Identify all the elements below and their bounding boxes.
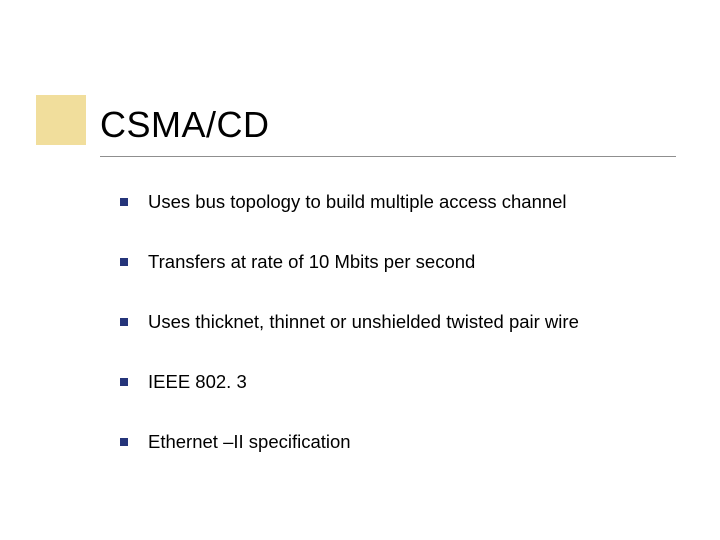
bullet-square-icon [120,438,128,446]
bullet-square-icon [120,198,128,206]
title-underline [100,156,676,157]
bullet-text: Transfers at rate of 10 Mbits per second [148,250,680,274]
accent-box [36,95,86,145]
slide: CSMA/CD Uses bus topology to build multi… [0,0,720,540]
bullet-square-icon [120,318,128,326]
list-item: Ethernet –II specification [120,430,680,454]
slide-title: CSMA/CD [100,104,270,146]
list-item: IEEE 802. 3 [120,370,680,394]
list-item: Transfers at rate of 10 Mbits per second [120,250,680,274]
bullet-square-icon [120,258,128,266]
list-item: Uses thicknet, thinnet or unshielded twi… [120,310,680,334]
bullet-square-icon [120,378,128,386]
bullet-text: Uses bus topology to build multiple acce… [148,190,680,214]
bullet-text: IEEE 802. 3 [148,370,680,394]
list-item: Uses bus topology to build multiple acce… [120,190,680,214]
bullet-text: Uses thicknet, thinnet or unshielded twi… [148,310,680,334]
bullet-text: Ethernet –II specification [148,430,680,454]
bullet-list: Uses bus topology to build multiple acce… [120,190,680,490]
